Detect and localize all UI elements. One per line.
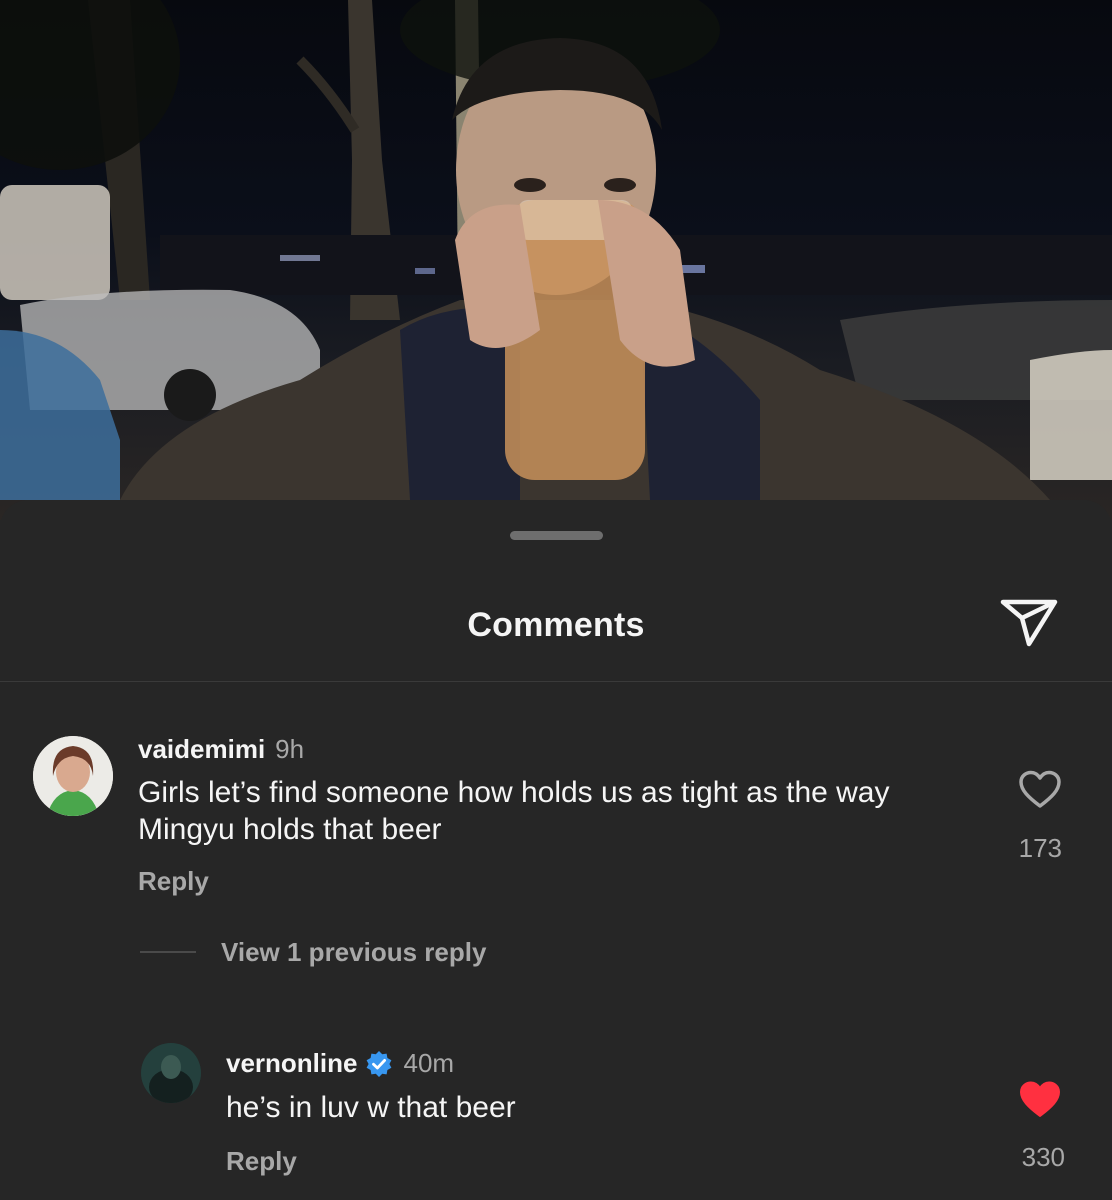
share-button[interactable]: [998, 596, 1060, 652]
comment-meta: vaidemimi 9h: [138, 734, 304, 765]
post-photo: [0, 0, 1112, 520]
view-replies-line: [140, 951, 196, 953]
reply-text: he’s in luv w that beer: [226, 1091, 516, 1124]
comment-text: Girls let’s find someone how holds us as…: [138, 774, 890, 848]
like-count: 173: [1018, 833, 1062, 863]
heart-outline-icon: [1019, 770, 1061, 808]
avatar[interactable]: [33, 736, 113, 816]
paper-plane-icon: [1000, 599, 1058, 647]
like-button[interactable]: [1018, 1080, 1062, 1120]
reply-username[interactable]: vernonline: [226, 1048, 357, 1079]
like-button[interactable]: [1018, 770, 1062, 810]
view-previous-replies-button[interactable]: View 1 previous reply: [221, 937, 486, 968]
post-photo-art: [0, 0, 1112, 500]
reply-meta: vernonline 40m: [226, 1048, 454, 1079]
verified-badge-icon: [367, 1050, 392, 1077]
avatar-image: [33, 736, 113, 816]
heart-filled-icon: [1020, 1081, 1060, 1117]
reply-button[interactable]: Reply: [138, 866, 209, 897]
comments-sheet: Comments vaidemimi 9h Girls let’s find s…: [0, 500, 1112, 1200]
header-divider: [0, 681, 1112, 682]
comment-text-line: Mingyu holds that beer: [138, 813, 442, 846]
comment-time: 9h: [275, 734, 305, 764]
avatar[interactable]: [141, 1043, 201, 1103]
reply-time: 40m: [403, 1048, 455, 1078]
comment-username[interactable]: vaidemimi: [138, 734, 265, 765]
reply-button[interactable]: Reply: [226, 1146, 297, 1177]
avatar-image: [141, 1043, 201, 1103]
sheet-grabber-handle[interactable]: [510, 531, 603, 540]
comment-text-line: Girls let’s find someone how holds us as…: [138, 776, 890, 809]
like-count: 330: [1021, 1142, 1065, 1172]
sheet-title: Comments: [467, 606, 645, 644]
